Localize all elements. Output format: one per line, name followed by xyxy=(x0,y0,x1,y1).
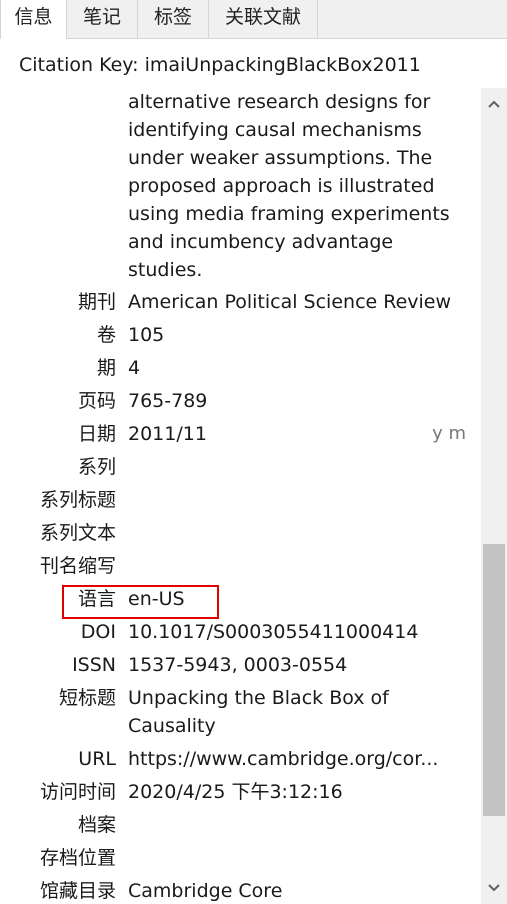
abstract-line: studies. xyxy=(128,259,203,281)
short-title-line: Causality xyxy=(128,715,216,737)
field-label: DOI xyxy=(80,621,116,643)
field-value[interactable]: American Political Science Review xyxy=(128,288,451,316)
field-value[interactable]: 105 xyxy=(128,321,164,349)
field-label: 期 xyxy=(96,357,116,379)
field-label: 日期 xyxy=(77,423,116,445)
chevron-down-icon[interactable] xyxy=(481,876,507,902)
field-label: ISSN xyxy=(72,654,116,676)
field-value[interactable]: Cambridge Core xyxy=(128,877,282,904)
abstract-line: and incumbency advantage xyxy=(128,231,394,253)
field-label: 期刊 xyxy=(77,291,116,313)
abstract-line: using media framing experiments xyxy=(128,203,450,225)
abstract-line: proposed approach is illustrated xyxy=(128,175,435,197)
chevron-up-icon[interactable] xyxy=(481,92,507,118)
field-value[interactable]: 1537-5943, 0003-0554 xyxy=(128,651,347,679)
field-label: 档案 xyxy=(77,814,116,836)
vertical-scrollbar[interactable] xyxy=(481,88,507,904)
field-value[interactable]: 10.1017/S0003055411000414 xyxy=(128,618,418,646)
tab-info[interactable]: 信息 xyxy=(0,0,67,39)
language-highlight-box xyxy=(62,585,219,619)
abstract-line: identifying causal mechanisms xyxy=(128,119,422,141)
field-label: 刊名缩写 xyxy=(39,555,116,577)
tab-related[interactable]: 关联文献 xyxy=(209,0,318,38)
short-title-line: Unpacking the Black Box of xyxy=(128,687,389,709)
field-value[interactable]: 2011/11 xyxy=(128,420,207,448)
field-label: 短标题 xyxy=(58,687,116,709)
field-label: URL xyxy=(78,748,116,770)
field-label: 系列文本 xyxy=(39,522,116,544)
date-format-indicator: y m xyxy=(432,423,466,444)
field-label: 存档位置 xyxy=(39,847,116,869)
field-label: 馆藏目录 xyxy=(39,880,116,902)
field-label: 系列 xyxy=(77,456,116,478)
field-label: 页码 xyxy=(77,390,116,412)
field-value[interactable]: https://www.cambridge.org/cor... xyxy=(128,745,438,773)
field-value[interactable]: 765-789 xyxy=(128,387,207,415)
field-value[interactable]: Unpacking the Black Box of Causality xyxy=(128,684,389,740)
tab-bar: 信息 笔记 标签 关联文献 xyxy=(0,0,507,39)
abstract-line: under weaker assumptions. The xyxy=(128,147,433,169)
citation-key: Citation Key: imaiUnpackingBlackBox2011 xyxy=(19,54,421,76)
field-label: 卷 xyxy=(96,324,116,346)
field-value[interactable]: 2020/4/25 下午3:12:16 xyxy=(128,778,343,806)
field-value[interactable]: 4 xyxy=(128,354,140,382)
tab-tags[interactable]: 标签 xyxy=(138,0,209,38)
item-info-pane[interactable]: alternative research designs for identif… xyxy=(0,88,481,904)
abstract-text[interactable]: alternative research designs for identif… xyxy=(128,88,473,284)
scroll-thumb[interactable] xyxy=(483,544,505,816)
field-label: 访问时间 xyxy=(39,781,116,803)
abstract-line: alternative research designs for xyxy=(128,91,431,113)
field-label: 系列标题 xyxy=(39,489,116,511)
tab-notes[interactable]: 笔记 xyxy=(67,0,138,38)
